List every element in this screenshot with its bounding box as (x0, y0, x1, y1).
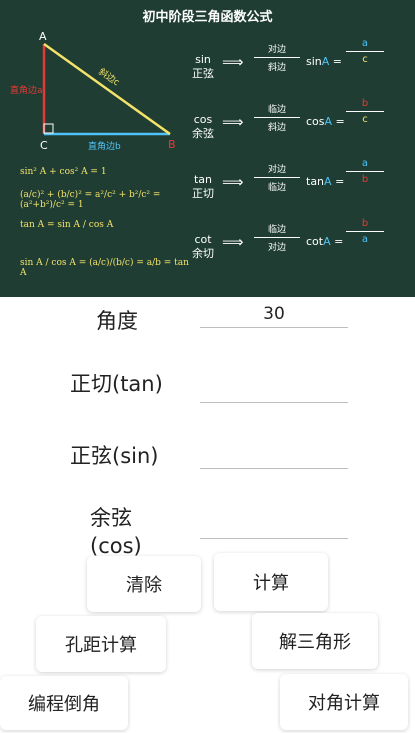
numerator: 对边 (267, 45, 286, 55)
vertex-a-label: A (39, 30, 47, 43)
cos-input[interactable] (200, 512, 348, 539)
programming-chamfer-button[interactable]: 编程倒角 (0, 676, 128, 730)
numerator: 对边 (267, 165, 286, 175)
ratio-identity: (a/c)² + (b/c)² = a²/c² + b²/c² = (a²+b²… (20, 190, 161, 210)
vertex-b-label: B (168, 138, 176, 151)
solve-triangle-button[interactable]: 解三角形 (252, 613, 378, 669)
fn-name: cot (194, 233, 212, 246)
tan-row: tan 正切 (188, 173, 218, 201)
board-title: 初中阶段三角函数公式 (142, 10, 273, 25)
cos-label: 余弦 (cos) (90, 504, 142, 560)
cos-label-line1: 余弦 (90, 506, 132, 530)
sin-label: 正弦(sin) (70, 444, 159, 468)
arrow-icon: ⟹ (222, 233, 244, 251)
tan-input[interactable] (200, 376, 348, 403)
angle-input[interactable]: 30 (200, 301, 348, 328)
denominator: c (362, 54, 368, 65)
sin-input[interactable] (200, 442, 348, 469)
fn-chinese: 余切 (192, 247, 214, 260)
hole-distance-button[interactable]: 孔距计算 (36, 616, 166, 672)
numerator: 临边 (267, 105, 286, 115)
fn-name: sin (195, 53, 211, 66)
denominator: 对边 (267, 243, 286, 253)
diagonal-calc-button[interactable]: 对角计算 (280, 674, 408, 730)
cos-row: cos 余弦 (188, 113, 218, 141)
tan-definition: tan A = sin A / cos A (20, 220, 114, 230)
tan-label: 正切(tan) (70, 372, 163, 396)
cot-row: cot 余切 (188, 233, 218, 261)
numerator: 临边 (267, 225, 286, 235)
fn-name: cos (193, 113, 213, 126)
arrow-icon: ⟹ (222, 173, 244, 191)
side-a-label: 直角边a (10, 86, 43, 96)
eq-cot: cotA = (306, 235, 344, 248)
tan-derivation: sin A / cos A = (a/c)/(b/c) = a/b = tan … (20, 258, 189, 278)
denominator: 临边 (267, 183, 286, 193)
pythagorean-identity: sin² A + cos² A = 1 (20, 167, 107, 177)
angle-label: 角度 (96, 309, 138, 333)
ratio-letters: bc (346, 98, 384, 125)
denominator: 斜边 (267, 123, 286, 133)
ratio-letters: ba (346, 218, 384, 245)
arrow-icon: ⟹ (222, 53, 244, 71)
denominator: 斜边 (267, 63, 286, 73)
numerator: b (361, 98, 369, 109)
arrow-icon: ⟹ (222, 113, 244, 131)
fn-chinese: 余弦 (192, 127, 214, 140)
denominator: b (361, 174, 369, 185)
ratio-words: 对边 斜边 (254, 42, 300, 73)
numerator: b (361, 218, 369, 229)
ratio-letters: ab (346, 158, 384, 185)
fn-chinese: 正切 (192, 187, 214, 200)
side-b-label: 直角边b (88, 142, 121, 152)
sin-row: sin 正弦 (188, 53, 218, 81)
ratio-letters: ac (346, 38, 384, 65)
calculate-button[interactable]: 计算 (214, 553, 328, 611)
clear-button[interactable]: 清除 (87, 556, 201, 612)
eq-sin: sinA = (306, 55, 343, 68)
numerator: a (361, 158, 369, 169)
ratio-words: 临边 对边 (254, 222, 300, 253)
numerator: a (361, 38, 369, 49)
eq-cos: cosA = (306, 115, 345, 128)
denominator: c (362, 114, 368, 125)
ratio-words: 对边 临边 (254, 162, 300, 193)
eq-tan: tanA = (306, 175, 345, 188)
right-angle-mark (43, 123, 54, 134)
formula-board-image: 初中阶段三角函数公式 A C B 直角边a 直角边b 斜边 c sin² A + … (0, 0, 415, 297)
denominator: a (361, 234, 369, 245)
fn-name: tan (193, 173, 213, 186)
ratio-words: 临边 斜边 (254, 102, 300, 133)
fn-chinese: 正弦 (192, 67, 214, 80)
vertex-c-label: C (40, 139, 48, 152)
triangle-side-c (43, 42, 171, 136)
